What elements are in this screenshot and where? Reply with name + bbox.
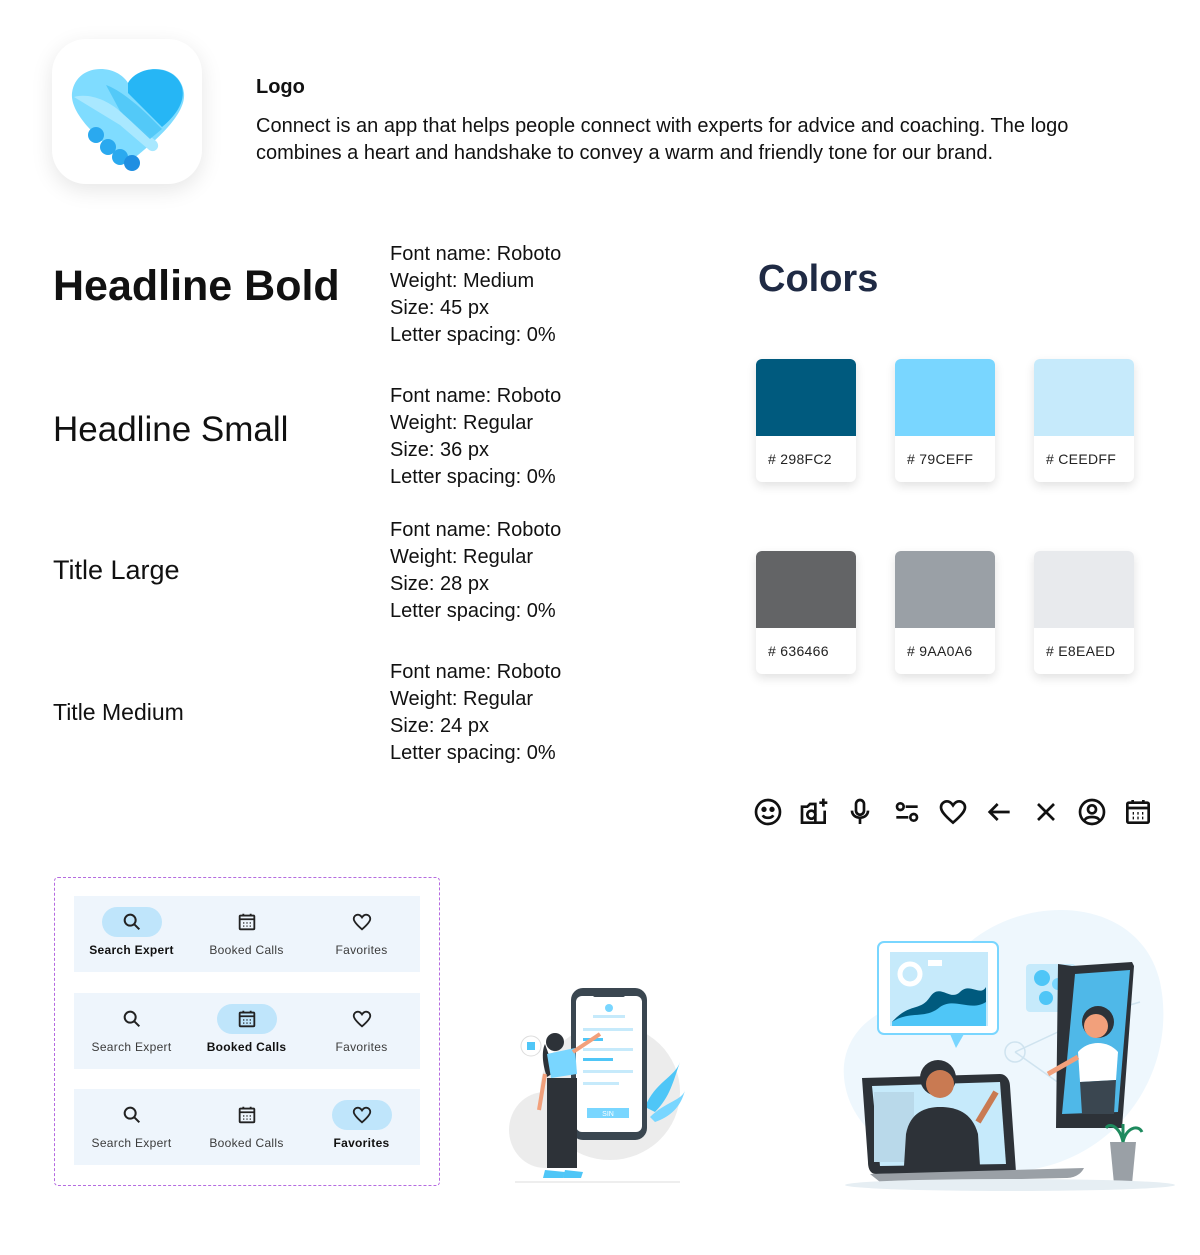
spec-weight: Weight: Regular (390, 688, 534, 710)
color-chip (756, 359, 856, 436)
nav-item-label: Search Expert (91, 1040, 172, 1054)
nav-item-label: Search Expert (91, 1136, 172, 1150)
arrow-left-icon (987, 803, 1010, 821)
spec-weight: Weight: Medium (390, 270, 535, 292)
nav-item-label: Favorites (335, 943, 388, 957)
search-icon (123, 1106, 141, 1124)
spec-spacing: Letter spacing: 0% (390, 466, 556, 488)
color-swatch: # 79CEFF (895, 359, 995, 482)
color-swatch: # 636466 (756, 551, 856, 674)
nav-item-booked-calls[interactable]: Booked Calls (189, 993, 304, 1069)
navigation-bar: Search Expert Booked Calls Favorites (74, 993, 420, 1069)
heart-icon (352, 913, 372, 931)
nav-item-booked-calls[interactable]: Booked Calls (189, 896, 304, 972)
color-hex-label: # 9AA0A6 (907, 643, 973, 659)
navigation-bar: Search Expert Booked Calls Favorites (74, 896, 420, 972)
type-spec-title-medium: Font name: Roboto Weight: Regular Size: … (390, 659, 561, 767)
nav-item-search-expert[interactable]: Search Expert (74, 993, 189, 1069)
spec-size: Size: 45 px (390, 297, 489, 319)
nav-item-label: Search Expert (89, 943, 174, 957)
spec-spacing: Letter spacing: 0% (390, 600, 556, 622)
smile-icon (754, 798, 782, 826)
color-hex-label: # E8EAED (1046, 643, 1116, 659)
nav-item-search-expert[interactable]: Search Expert (74, 896, 189, 972)
video-call-illustration (843, 909, 1175, 1191)
spec-font: Font name: Roboto (390, 661, 562, 683)
phone-user-illustration: SIN (509, 988, 685, 1183)
color-chip (895, 551, 995, 628)
color-chip (895, 359, 995, 436)
color-chip (756, 551, 856, 628)
color-hex-label: # CEEDFF (1046, 451, 1117, 467)
spec-weight: Weight: Regular (390, 546, 534, 568)
color-swatch: # CEEDFF (1034, 359, 1134, 482)
spec-font: Font name: Roboto (390, 385, 562, 407)
search-icon (123, 913, 141, 931)
calendar-icon (238, 1010, 256, 1028)
tune-icon (895, 802, 919, 822)
spec-size: Size: 28 px (390, 573, 489, 595)
spec-size: Size: 24 px (390, 715, 489, 737)
nav-item-booked-calls[interactable]: Booked Calls (189, 1089, 304, 1165)
logo-heading: Logo (256, 76, 305, 98)
color-chip (1034, 359, 1134, 436)
type-sample-headline-bold: Headline Bold (53, 262, 340, 310)
color-swatch: # E8EAED (1034, 551, 1134, 674)
colors-heading: Colors (758, 258, 879, 300)
nav-item-favorites[interactable]: Favorites (304, 1089, 419, 1165)
icon-set (752, 796, 1152, 828)
calendar-icon (1126, 800, 1150, 824)
close-icon (1037, 803, 1055, 821)
spec-weight: Weight: Regular (390, 412, 534, 434)
type-spec-headline-small: Font name: Roboto Weight: Regular Size: … (390, 383, 561, 491)
spec-spacing: Letter spacing: 0% (390, 742, 556, 764)
logo-description: Connect is an app that helps people conn… (256, 115, 1069, 164)
color-hex-label: # 298FC2 (768, 451, 832, 467)
spec-font: Font name: Roboto (390, 519, 562, 541)
nav-item-favorites[interactable]: Favorites (304, 896, 419, 972)
color-swatch: # 298FC2 (756, 359, 856, 482)
nav-item-label: Favorites (333, 1136, 390, 1150)
type-sample-headline-small: Headline Small (53, 410, 289, 449)
type-spec-title-large: Font name: Roboto Weight: Regular Size: … (390, 517, 561, 625)
nav-item-favorites[interactable]: Favorites (304, 993, 419, 1069)
type-sample-title-medium: Title Medium (53, 699, 184, 725)
account-circle-icon (1078, 798, 1106, 826)
color-chip (1034, 551, 1134, 628)
nav-item-label: Booked Calls (209, 1136, 284, 1150)
spec-font: Font name: Roboto (390, 243, 562, 265)
nav-item-label: Booked Calls (206, 1040, 287, 1054)
type-sample-title-large: Title Large (53, 555, 180, 585)
color-hex-label: # 636466 (768, 643, 829, 659)
phone-screen-button-label: SIN (602, 1111, 614, 1118)
nav-item-label: Favorites (335, 1040, 388, 1054)
spec-size: Size: 36 px (390, 439, 489, 461)
add-photo-icon (800, 798, 828, 824)
navigation-bar-variants: Search Expert Booked Calls Favorites Sea… (54, 877, 440, 1186)
color-swatch: # 9AA0A6 (895, 551, 995, 674)
calendar-icon (238, 913, 256, 931)
spec-spacing: Letter spacing: 0% (390, 324, 556, 346)
type-spec-headline-bold: Font name: Roboto Weight: Medium Size: 4… (390, 241, 561, 349)
nav-item-label: Booked Calls (209, 943, 284, 957)
navigation-bar: Search Expert Booked Calls Favorites (74, 1089, 420, 1165)
app-logo-tile (52, 39, 202, 184)
microphone-icon (850, 798, 870, 824)
heart-icon (939, 799, 967, 825)
color-hex-label: # 79CEFF (907, 451, 974, 467)
heart-icon (352, 1010, 372, 1028)
nav-item-search-expert[interactable]: Search Expert (74, 1089, 189, 1165)
search-icon (123, 1010, 141, 1028)
heart-icon (352, 1106, 372, 1124)
heart-handshake-logo-icon (71, 69, 185, 171)
calendar-icon (238, 1106, 256, 1124)
